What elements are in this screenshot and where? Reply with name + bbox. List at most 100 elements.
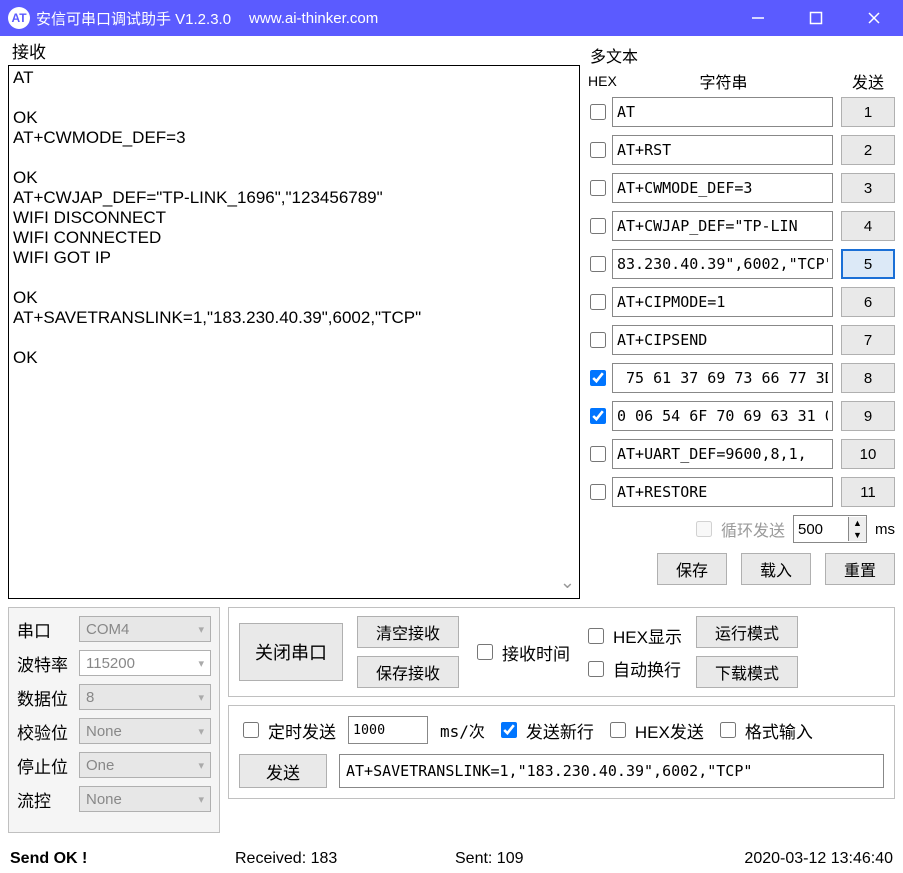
download-mode-button[interactable]: 下载模式: [696, 656, 798, 688]
cmd-send-button[interactable]: 5: [841, 249, 895, 279]
cmd-row: 11: [588, 477, 895, 507]
cmd-hex-checkbox[interactable]: [590, 332, 606, 348]
chevron-down-icon: ▾: [198, 657, 204, 670]
clear-receive-button[interactable]: 清空接收: [357, 616, 459, 648]
port-select[interactable]: 8▾: [79, 684, 211, 710]
port-value: None: [86, 791, 122, 808]
port-row: 波特率 115200 ▾: [17, 650, 211, 676]
chevron-down-icon: ▾: [198, 759, 204, 772]
multi-text-title: 多文本: [590, 43, 895, 67]
cmd-row: 7: [588, 325, 895, 355]
app-title: 安信可串口调试助手 V1.2.3.0: [36, 8, 231, 29]
loop-interval-spinner[interactable]: ▲▼: [793, 515, 867, 543]
cmd-send-button[interactable]: 6: [841, 287, 895, 317]
cmd-text-input[interactable]: [612, 477, 833, 507]
cmd-hex-checkbox[interactable]: [590, 256, 606, 272]
send-panel: 定时发送 ms/次 发送新行 HEX发送 格式输入 发送: [228, 705, 895, 799]
port-select[interactable]: None▾: [79, 786, 211, 812]
port-select[interactable]: None▾: [79, 718, 211, 744]
spin-up-icon[interactable]: ▲: [848, 517, 866, 529]
loop-send-label: 循环发送: [721, 517, 785, 541]
cmd-text-input[interactable]: [612, 363, 833, 393]
run-mode-button[interactable]: 运行模式: [696, 616, 798, 648]
send-button[interactable]: 发送: [239, 754, 327, 788]
reset-button[interactable]: 重置: [825, 553, 895, 585]
scroll-down-icon[interactable]: ⌄: [560, 572, 575, 592]
port-row: 校验位None▾: [17, 718, 211, 744]
loop-interval-input[interactable]: [794, 517, 848, 541]
status-ok: Send OK !: [10, 850, 235, 868]
cmd-text-input[interactable]: [612, 439, 833, 469]
col-header-hex: HEX: [588, 73, 614, 89]
cmd-hex-checkbox[interactable]: [590, 218, 606, 234]
cmd-row: 8: [588, 363, 895, 393]
load-button[interactable]: 载入: [741, 553, 811, 585]
cmd-hex-checkbox[interactable]: [590, 408, 606, 424]
receive-time-checkbox[interactable]: 接收时间: [473, 640, 570, 665]
cmd-text-input[interactable]: [612, 135, 833, 165]
cmd-send-button[interactable]: 10: [841, 439, 895, 469]
titlebar: AT 安信可串口调试助手 V1.2.3.0 www.ai-thinker.com: [0, 0, 903, 36]
timed-send-input[interactable]: [348, 716, 428, 744]
cmd-send-button[interactable]: 2: [841, 135, 895, 165]
send-input[interactable]: [339, 754, 884, 788]
col-header-string: 字符串: [614, 69, 833, 93]
port-row: 流控None▾: [17, 786, 211, 812]
maximize-button[interactable]: [787, 0, 845, 36]
cmd-row: 3: [588, 173, 895, 203]
cmd-send-button[interactable]: 8: [841, 363, 895, 393]
format-input-checkbox[interactable]: 格式输入: [716, 718, 813, 743]
save-receive-button[interactable]: 保存接收: [357, 656, 459, 688]
hex-send-checkbox[interactable]: HEX发送: [606, 718, 704, 743]
status-bar: Send OK ! Received: 183 Sent: 109 2020-0…: [0, 845, 903, 873]
hex-display-checkbox[interactable]: HEX显示: [584, 623, 682, 648]
status-time: 2020-03-12 13:46:40: [744, 850, 893, 868]
save-button[interactable]: 保存: [657, 553, 727, 585]
cmd-hex-checkbox[interactable]: [590, 142, 606, 158]
cmd-send-button[interactable]: 3: [841, 173, 895, 203]
port-value: 8: [86, 689, 94, 706]
port-settings-panel: 串口COM4▾波特率115200▾数据位8▾校验位None▾停止位One▾流控N…: [8, 607, 220, 833]
spin-down-icon[interactable]: ▼: [848, 529, 866, 541]
cmd-hex-checkbox[interactable]: [590, 484, 606, 500]
cmd-send-button[interactable]: 7: [841, 325, 895, 355]
cmd-text-input[interactable]: [612, 401, 833, 431]
auto-wrap-checkbox[interactable]: 自动换行: [584, 656, 682, 681]
port-label: 校验位: [17, 719, 79, 744]
receive-content: AT OK AT+CWMODE_DEF=3 OK AT+CWJAP_DEF="T…: [13, 68, 421, 367]
minimize-button[interactable]: [729, 0, 787, 36]
cmd-text-input[interactable]: [612, 97, 833, 127]
cmd-text-input[interactable]: [612, 173, 833, 203]
cmd-row: 2: [588, 135, 895, 165]
port-select[interactable]: One▾: [79, 752, 211, 778]
cmd-text-input[interactable]: [612, 211, 833, 241]
cmd-send-button[interactable]: 11: [841, 477, 895, 507]
cmd-send-button[interactable]: 1: [841, 97, 895, 127]
cmd-send-button[interactable]: 9: [841, 401, 895, 431]
chevron-down-icon: ▾: [198, 725, 204, 738]
cmd-text-input[interactable]: [612, 325, 833, 355]
cmd-hex-checkbox[interactable]: [590, 370, 606, 386]
port-value: COM4: [86, 621, 129, 638]
cmd-hex-checkbox[interactable]: [590, 446, 606, 462]
cmd-row: 6: [588, 287, 895, 317]
cmd-text-input[interactable]: [612, 287, 833, 317]
loop-send-checkbox[interactable]: 循环发送: [692, 517, 785, 541]
cmd-send-button[interactable]: 4: [841, 211, 895, 241]
cmd-text-input[interactable]: [612, 249, 833, 279]
status-received: Received: 183: [235, 850, 455, 868]
close-button[interactable]: [845, 0, 903, 36]
port-select[interactable]: COM4▾: [79, 616, 211, 642]
cmd-hex-checkbox[interactable]: [590, 180, 606, 196]
close-port-button[interactable]: 关闭串口: [239, 623, 343, 681]
port-label: 停止位: [17, 753, 79, 778]
cmd-hex-checkbox[interactable]: [590, 104, 606, 120]
cmd-hex-checkbox[interactable]: [590, 294, 606, 310]
port-label: 波特率: [17, 651, 79, 676]
control-panel: 关闭串口 清空接收 保存接收 接收时间 HEX显示 自动换行 运行模式 下载模式: [228, 607, 895, 697]
port-select[interactable]: 115200 ▾: [79, 650, 211, 676]
port-value: 115200: [86, 655, 135, 672]
send-newline-checkbox[interactable]: 发送新行: [497, 718, 594, 743]
receive-textarea[interactable]: AT OK AT+CWMODE_DEF=3 OK AT+CWJAP_DEF="T…: [8, 65, 580, 599]
timed-send-checkbox[interactable]: 定时发送: [239, 718, 336, 743]
